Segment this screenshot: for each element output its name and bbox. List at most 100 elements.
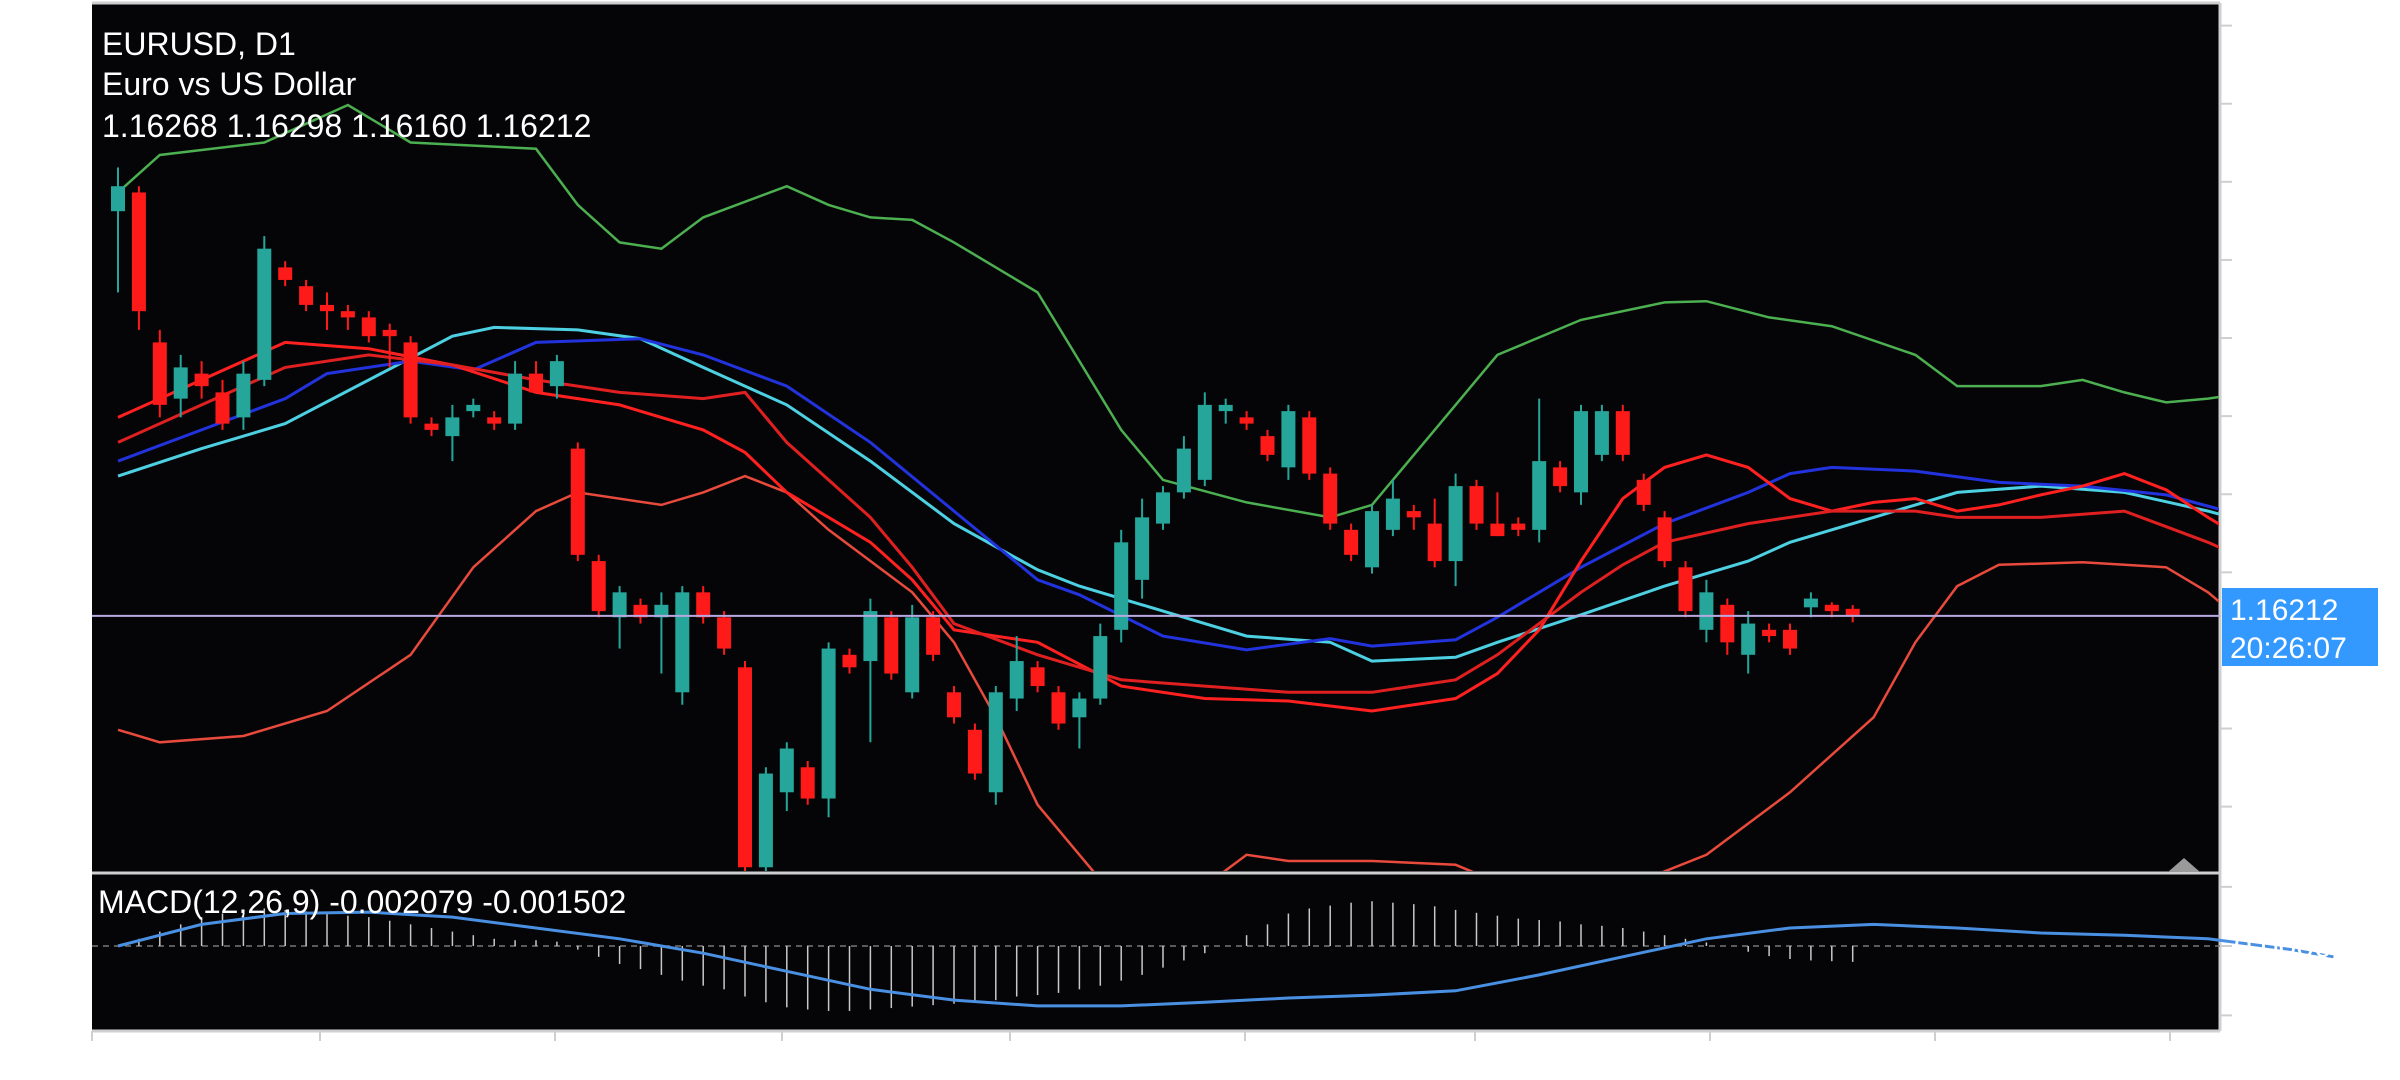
candle-body[interactable] [1302, 417, 1317, 474]
candle-body[interactable] [1824, 604, 1839, 612]
candle-body[interactable] [821, 648, 836, 799]
candle-body[interactable] [152, 342, 167, 405]
time-tick-label: 21 May 2026 [2170, 1039, 2355, 1075]
candle-body[interactable] [1783, 629, 1797, 649]
candle-body[interactable] [278, 267, 293, 280]
price-tick-label: 1.16560 [2234, 554, 2350, 590]
price-tick-label: 1.15310 [2234, 711, 2350, 747]
candle-body[interactable] [967, 729, 982, 774]
candle-body[interactable] [1030, 667, 1045, 687]
candle-body[interactable] [1594, 411, 1609, 455]
symbol-label: EURUSD, D1 [102, 26, 296, 62]
time-tick-label: 8 May 2026 [1935, 1039, 2102, 1075]
candle-body[interactable] [758, 773, 773, 868]
candle-body[interactable] [320, 304, 334, 312]
candle-body[interactable] [508, 373, 523, 424]
candle-body[interactable] [1845, 608, 1860, 616]
candle-body[interactable] [1344, 529, 1359, 555]
candle-body[interactable] [570, 448, 585, 555]
candle-body[interactable] [1490, 523, 1505, 537]
candle-body[interactable] [1135, 517, 1150, 580]
candle-body[interactable] [257, 248, 272, 380]
time-tick-label: 28 Jan 2026 [92, 1039, 268, 1075]
candle-body[interactable] [863, 611, 878, 662]
candle-body[interactable] [1469, 486, 1484, 524]
candle-body[interactable] [905, 617, 920, 693]
candle-body[interactable] [717, 617, 732, 649]
price-tick-label: 1.17810 [2234, 398, 2350, 434]
candle-body[interactable] [926, 617, 941, 655]
candle-body[interactable] [111, 186, 125, 212]
candle-body[interactable] [299, 286, 314, 305]
candle-body[interactable] [1323, 473, 1338, 524]
candle-body[interactable] [1009, 661, 1024, 699]
candle-body[interactable] [466, 404, 481, 412]
price-tick-label: 1.14685 [2234, 789, 2350, 825]
candle-body[interactable] [1239, 417, 1254, 424]
candle-body[interactable] [340, 311, 355, 318]
candle-body[interactable] [1678, 567, 1693, 612]
candle-body[interactable] [1218, 404, 1233, 412]
candle-body[interactable] [1281, 411, 1296, 468]
candle-body[interactable] [382, 329, 397, 337]
candle-body[interactable] [1385, 498, 1400, 530]
candle-body[interactable] [1720, 604, 1735, 643]
candle-body[interactable] [1260, 436, 1275, 455]
candle-body[interactable] [1072, 698, 1087, 718]
candle-body[interactable] [215, 392, 230, 424]
price-tag: 1.16212 20:26:07 [2222, 588, 2378, 666]
candle-body[interactable] [696, 592, 711, 618]
candle-body[interactable] [947, 692, 961, 718]
candle-body[interactable] [1803, 598, 1818, 608]
candle-body[interactable] [1511, 523, 1526, 530]
price-tick-label: 1.18435 [2234, 320, 2350, 356]
candle-body[interactable] [1156, 492, 1170, 524]
candle-body[interactable] [988, 692, 1003, 793]
candle-body[interactable] [236, 373, 251, 418]
candle-body[interactable] [842, 654, 857, 668]
candle-body[interactable] [1762, 629, 1777, 637]
candle-body[interactable] [1093, 636, 1108, 699]
candle-body[interactable] [173, 367, 188, 399]
candle-body[interactable] [1699, 592, 1714, 630]
candle-body[interactable] [424, 423, 439, 430]
candle-body[interactable] [1427, 523, 1442, 562]
candle-body[interactable] [549, 361, 564, 387]
candle-body[interactable] [1574, 411, 1588, 493]
candle-body[interactable] [1741, 623, 1756, 655]
candle-body[interactable] [487, 417, 502, 424]
candle-body[interactable] [738, 667, 752, 868]
candle-body[interactable] [131, 192, 146, 312]
time-tick-label: 27 Apr 2026 [1710, 1039, 1883, 1075]
candle-body[interactable] [1365, 511, 1379, 568]
candle-body[interactable] [1197, 404, 1212, 480]
candle-body[interactable] [884, 617, 899, 674]
time-tick-label: 19 Mar 2026 [1010, 1039, 1190, 1075]
candle-body[interactable] [1636, 479, 1651, 505]
macd-tick-label: 0.000000 [2234, 928, 2367, 964]
time-tick-label: 23 Feb 2026 [555, 1039, 735, 1075]
more-options-icon[interactable] [2280, 822, 2340, 836]
candle-body[interactable] [779, 748, 794, 793]
candle-body[interactable] [800, 767, 815, 799]
candle-body[interactable] [1406, 511, 1421, 518]
candle-body[interactable] [361, 317, 376, 337]
candle-body[interactable] [1657, 517, 1672, 562]
time-axis[interactable]: 28 Jan 2026 10 Feb 2026 23 Feb 2026 6 Mar 2… [91, 1031, 2355, 1075]
time-tick-label: 1 Apr 2026 [1245, 1039, 1400, 1075]
candle-body[interactable] [1553, 467, 1568, 487]
candle-body[interactable] [403, 342, 418, 418]
candle-body[interactable] [1448, 486, 1463, 562]
candle-body[interactable] [194, 373, 209, 387]
candle-body[interactable] [1615, 411, 1630, 455]
macd-label: MACD(12,26,9) -0.002079 -0.001502 [98, 884, 627, 920]
candle-body[interactable] [445, 417, 460, 437]
candle-body[interactable] [675, 592, 690, 693]
candle-body[interactable] [612, 592, 627, 618]
price-axis[interactable]: 1.20935 1.20310 1.19685 1.19060 1.18435 1.178… [2220, 8, 2350, 825]
candle-body[interactable] [1051, 692, 1066, 724]
candle-body[interactable] [1176, 448, 1191, 493]
candle-body[interactable] [1532, 461, 1547, 530]
candle-body[interactable] [529, 373, 543, 393]
candle-body[interactable] [591, 561, 606, 612]
